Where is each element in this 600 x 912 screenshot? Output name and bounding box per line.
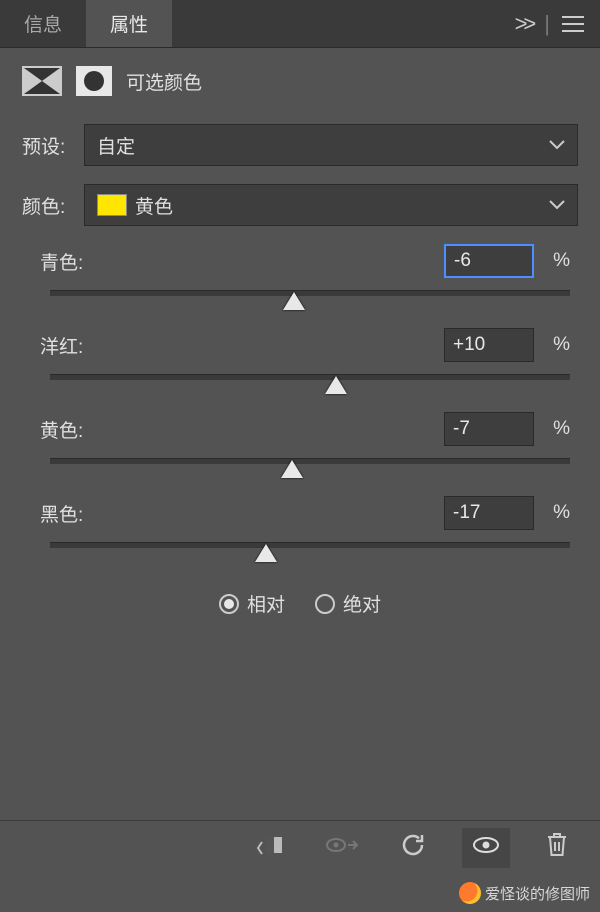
radio-icon-absolute (315, 594, 335, 614)
slider-track-cyan[interactable] (50, 286, 570, 314)
preset-select[interactable]: 自定 (84, 124, 578, 166)
pct-cyan: % (534, 250, 570, 272)
sliders: 青色: % 洋红: % 黄色: % (22, 244, 578, 566)
slider-track-yellow[interactable] (50, 454, 570, 482)
tabs-right-controls: >> | (515, 11, 600, 37)
pct-yellow: % (534, 418, 570, 440)
pct-black: % (534, 502, 570, 524)
selective-color-icon (22, 66, 62, 96)
pct-magenta: % (534, 334, 570, 356)
slider-label-yellow: 黄色: (40, 416, 444, 443)
color-row: 颜色: 黄色 (22, 184, 578, 226)
tab-info[interactable]: 信息 (0, 0, 86, 47)
radio-icon-relative (219, 594, 239, 614)
divider: | (544, 11, 550, 37)
slider-label-magenta: 洋红: (40, 332, 444, 359)
panel-title: 可选颜色 (126, 68, 202, 95)
collapse-icon[interactable]: >> (515, 11, 533, 37)
color-value: 黄色 (135, 192, 173, 219)
tab-properties[interactable]: 属性 (86, 0, 172, 47)
slider-input-cyan[interactable] (444, 244, 534, 278)
preset-row: 预设: 自定 (22, 124, 578, 166)
radio-label-relative: 相对 (247, 590, 285, 617)
slider-input-magenta[interactable] (444, 328, 534, 362)
radio-absolute[interactable]: 绝对 (315, 590, 381, 617)
slider-cyan: 青色: % (22, 244, 578, 314)
slider-input-yellow[interactable] (444, 412, 534, 446)
view-previous-icon[interactable] (320, 830, 364, 866)
watermark: 爱怪谈的修图师 (459, 882, 590, 904)
clip-to-layer-icon[interactable] (250, 828, 290, 868)
tab-bar: 信息 属性 >> | (0, 0, 600, 48)
reset-icon[interactable] (394, 827, 432, 869)
slider-yellow: 黄色: % (22, 412, 578, 482)
preset-label: 预设: (22, 132, 84, 159)
color-label: 颜色: (22, 192, 84, 219)
slider-label-black: 黑色: (40, 500, 444, 527)
slider-thumb-black[interactable] (255, 544, 277, 562)
slider-magenta: 洋红: % (22, 328, 578, 398)
watermark-text: 爱怪谈的修图师 (485, 883, 590, 904)
preset-value: 自定 (97, 132, 135, 159)
method-row: 相对 绝对 (22, 590, 578, 617)
layer-mask-icon[interactable] (76, 66, 112, 96)
radio-relative[interactable]: 相对 (219, 590, 285, 617)
panel-menu-icon[interactable] (562, 16, 584, 32)
panel-footer (0, 820, 600, 874)
radio-label-absolute: 绝对 (343, 590, 381, 617)
slider-thumb-cyan[interactable] (283, 292, 305, 310)
slider-track-black[interactable] (50, 538, 570, 566)
chevron-down-icon (549, 134, 565, 156)
slider-label-cyan: 青色: (40, 248, 444, 275)
weibo-logo-icon (459, 882, 481, 904)
color-select[interactable]: 黄色 (84, 184, 578, 226)
slider-thumb-magenta[interactable] (325, 376, 347, 394)
chevron-down-icon (549, 194, 565, 216)
visibility-icon[interactable] (462, 828, 510, 868)
color-swatch (97, 194, 127, 216)
slider-input-black[interactable] (444, 496, 534, 530)
slider-track-magenta[interactable] (50, 370, 570, 398)
slider-thumb-yellow[interactable] (281, 460, 303, 478)
trash-icon[interactable] (540, 826, 574, 870)
panel-header: 可选颜色 (0, 48, 600, 114)
slider-black: 黑色: % (22, 496, 578, 566)
panel-content: 预设: 自定 颜色: 黄色 青色: % (0, 114, 600, 627)
